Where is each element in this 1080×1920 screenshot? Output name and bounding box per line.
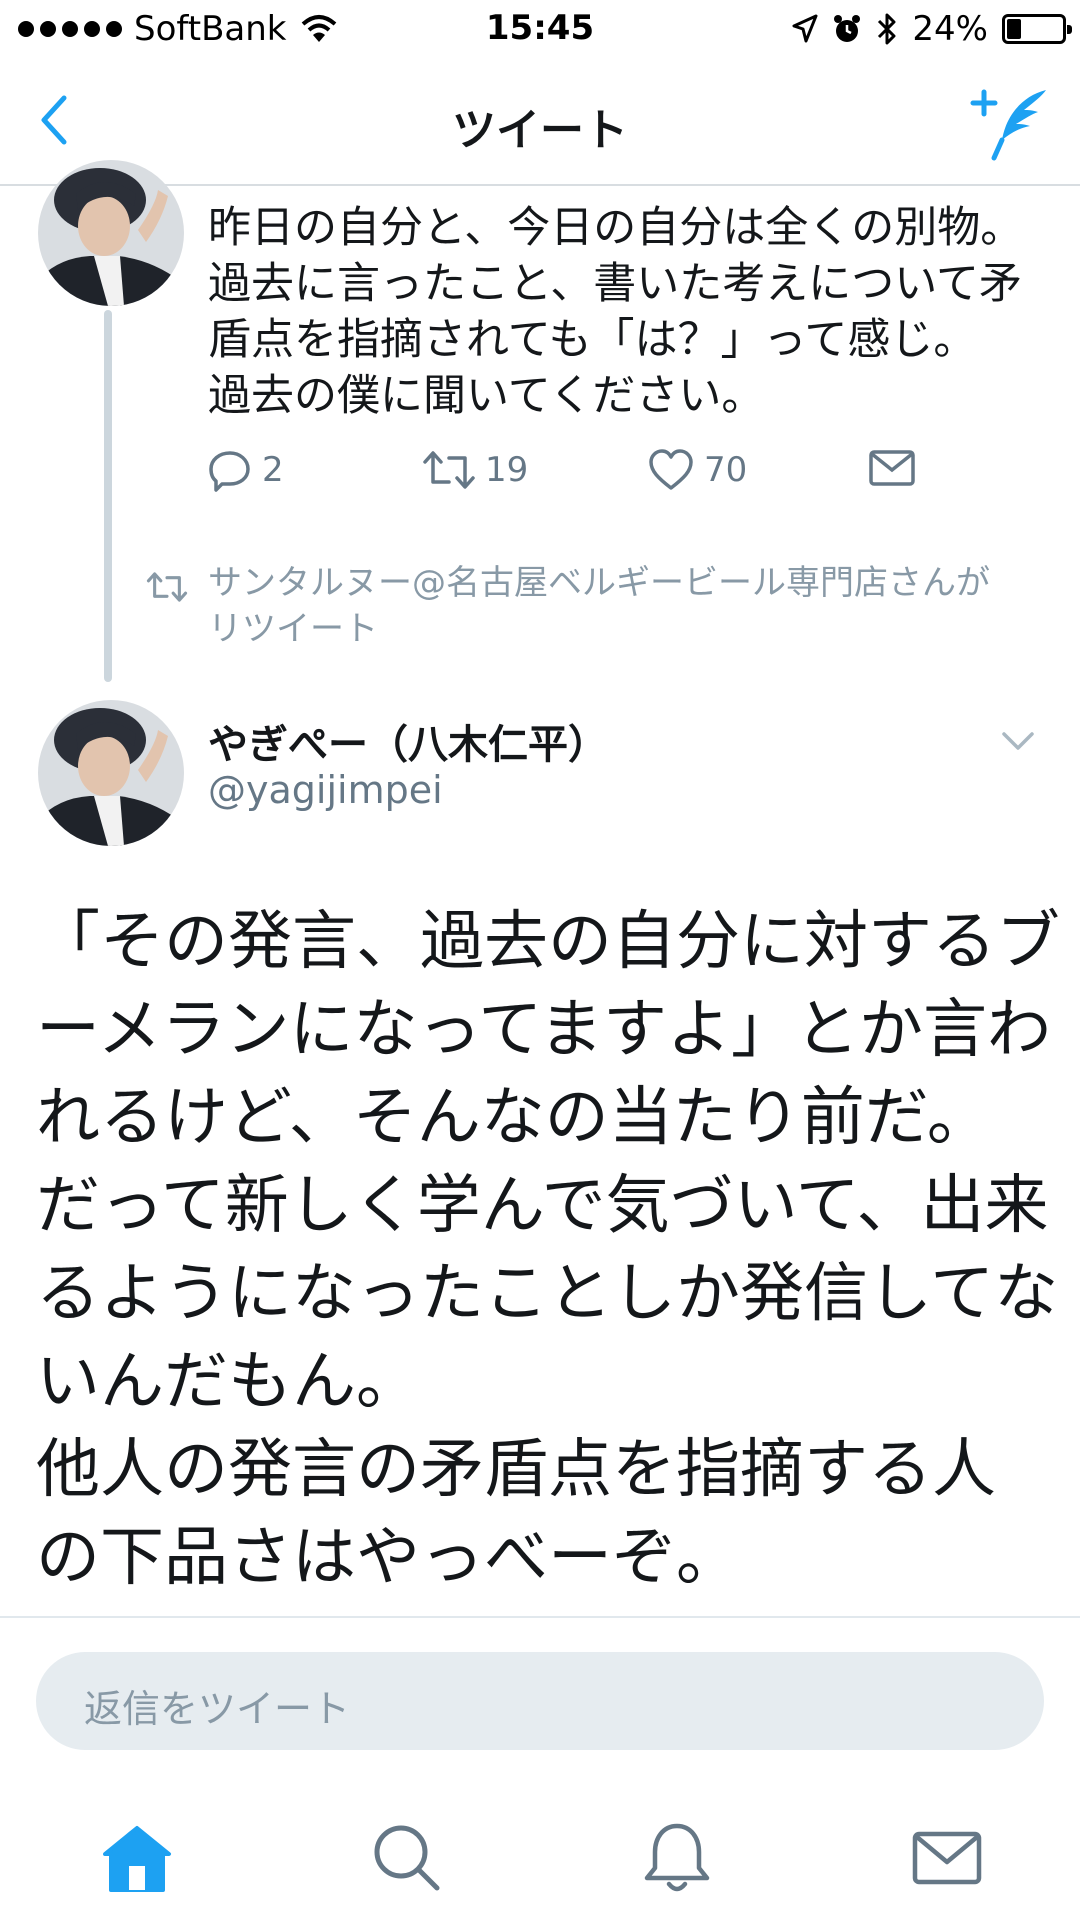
retweet-small-icon <box>146 572 188 602</box>
previous-tweet-line: 過去の僕に聞いてください。 <box>208 371 765 421</box>
battery-icon <box>1002 14 1072 44</box>
like-count: 70 <box>704 450 748 490</box>
retweet-context-line: リツイート <box>208 609 378 649</box>
bluetooth-icon <box>878 13 896 45</box>
heart-icon <box>649 449 693 490</box>
compose-tweet-icon <box>970 89 1046 161</box>
battery-percentage: 24% <box>912 9 988 49</box>
alarm-clock-icon <box>834 15 861 42</box>
avatar-image <box>38 700 184 846</box>
avatar-image <box>38 160 184 306</box>
tweet-text-line: れるけど、そんなの当たり前だ。 <box>36 1081 991 1155</box>
author-avatar[interactable] <box>38 700 184 846</box>
nav-bar: ツイート <box>0 58 1080 186</box>
thread-connector-line <box>104 310 112 682</box>
tweet-text-line: の下品さはやっべーぞ。 <box>36 1521 740 1595</box>
tweet-text-line: 「その発言、過去の自分に対するブ <box>36 905 1060 979</box>
tweet-text: 「その発言、過去の自分に対するブ ーメランになってますよ」とか言わ れるけど、そ… <box>36 898 1060 1602</box>
previous-tweet-avatar[interactable] <box>38 160 184 306</box>
tweet-text-line: ーメランになってますよ」とか言わ <box>36 993 1052 1067</box>
chevron-down-icon[interactable] <box>998 726 1038 756</box>
tweet-text-line: だって新しく学んで気づいて、出来 <box>36 1169 1049 1243</box>
tweet-actions: 2 19 70 <box>208 448 968 504</box>
retweet-context-line: サンタルヌー@名古屋ベルギービール専門店さんが <box>208 563 990 603</box>
tweet-text-line: るようになったことしか発信してな <box>36 1257 1059 1331</box>
tweet-text-line: いんだもん。 <box>36 1345 420 1419</box>
reply-icon <box>209 451 250 492</box>
previous-tweet-line: 昨日の自分と、今日の自分は全くの別物。 <box>208 203 1024 253</box>
status-right: 24% <box>790 6 1072 52</box>
reply-input[interactable]: 返信をツイート <box>36 1652 1044 1750</box>
envelope-icon <box>869 450 915 486</box>
previous-tweet-text: 昨日の自分と、今日の自分は全くの別物。 過去に言ったこと、書いた考えについて矛 … <box>208 200 1048 424</box>
author-handle[interactable]: @yagijimpei <box>208 768 443 812</box>
notifications-bell-icon <box>644 1823 710 1892</box>
reply-count: 2 <box>262 450 284 490</box>
retweet-context-text: サンタルヌー@名古屋ベルギービール専門店さんが リツイート <box>208 560 1048 652</box>
compose-tweet-button[interactable] <box>968 82 1054 162</box>
battery-fill <box>1007 19 1021 39</box>
reply-action[interactable]: 2 <box>208 448 284 492</box>
retweet-count: 19 <box>485 450 529 490</box>
direct-message-action[interactable] <box>868 448 916 488</box>
tab-search[interactable] <box>367 1820 447 1896</box>
tab-messages[interactable] <box>907 1820 987 1896</box>
reply-placeholder: 返信をツイート <box>84 1687 351 1731</box>
previous-tweet-line: 過去に言ったこと、書いた考えについて矛 <box>208 259 1022 309</box>
tweet-text-line: 他人の発言の矛盾点を指摘する人 <box>36 1433 996 1507</box>
previous-tweet-line: 盾点を指摘されても「は？」って感じ。 <box>208 315 977 365</box>
author-display-name[interactable]: やぎぺー（八木仁平） <box>208 712 608 770</box>
retweet-icon <box>423 451 475 489</box>
search-icon <box>374 1825 440 1891</box>
location-arrow-icon <box>792 14 818 43</box>
messages-envelope-icon <box>912 1831 982 1885</box>
home-icon <box>103 1826 171 1892</box>
tab-home[interactable] <box>97 1820 177 1896</box>
like-action[interactable]: 70 <box>648 448 747 492</box>
status-bar: SoftBank 15:45 24% <box>0 0 1080 58</box>
page-title: ツイート <box>452 105 628 156</box>
tab-bar <box>0 1780 1080 1920</box>
tab-notifications[interactable] <box>637 1820 717 1896</box>
divider <box>0 1616 1080 1618</box>
retweet-action[interactable]: 19 <box>423 448 528 492</box>
